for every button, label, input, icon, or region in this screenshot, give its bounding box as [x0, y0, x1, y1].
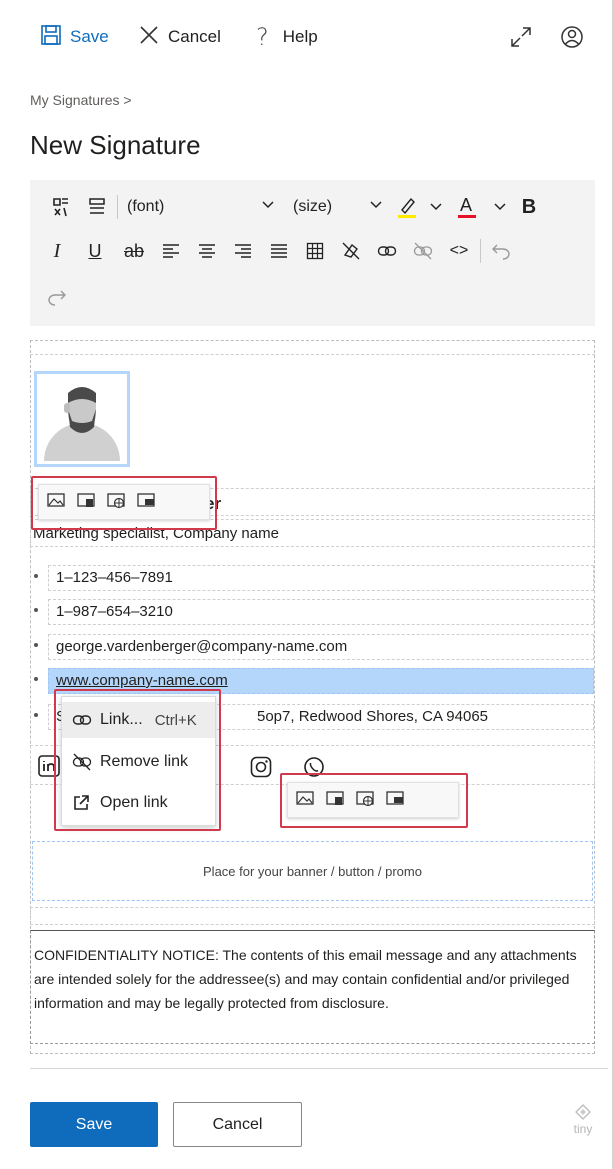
chevron-down-icon[interactable]	[490, 192, 510, 222]
highlight-box	[280, 773, 468, 828]
confidentiality-notice: CONFIDENTIALITY NOTICE: The contents of …	[30, 930, 595, 1044]
toolbar-separator	[480, 239, 481, 263]
editor-toolbar: (font) (size) A B I U ab <>	[30, 180, 595, 326]
undo-icon[interactable]	[488, 236, 514, 266]
align-center-icon[interactable]	[194, 236, 220, 266]
svg-text:A: A	[460, 195, 472, 215]
phone-2: 1–987–654–3210	[56, 603, 173, 620]
templates-icon[interactable]	[48, 192, 74, 222]
address: 5op7, Redwood Shores, CA 94065	[257, 708, 488, 725]
italic-icon[interactable]: I	[44, 236, 70, 266]
cancel-button[interactable]: Cancel	[173, 1102, 302, 1147]
page-title: New Signature	[30, 130, 201, 160]
help-command[interactable]: ? Help	[256, 22, 318, 52]
save-command-label: Save	[70, 27, 109, 46]
tiny-logo-icon	[575, 1104, 591, 1120]
underline-icon[interactable]: U	[82, 236, 108, 266]
table-icon[interactable]	[302, 236, 328, 266]
chevron-down-icon	[261, 198, 275, 217]
bullet	[34, 677, 38, 681]
email-address: george.vardenberger@company-name.com	[56, 638, 348, 655]
align-justify-icon[interactable]	[266, 236, 292, 266]
cancel-command-label: Cancel	[168, 27, 221, 46]
highlight-box	[31, 476, 217, 530]
tiny-logo: tiny	[566, 1104, 600, 1144]
tiny-brand: tiny	[573, 1122, 593, 1136]
list-item[interactable]: george.vardenberger@company-name.com	[30, 634, 594, 660]
save-button[interactable]: Save	[30, 1102, 158, 1147]
row-guide	[30, 907, 595, 925]
link-icon[interactable]	[374, 236, 400, 266]
expand-icon[interactable]	[508, 24, 534, 50]
list-item[interactable]: 1–123–456–7891	[30, 565, 594, 591]
signature-editor-panel: Save Cancel ? Help My Signatures > New S…	[0, 0, 613, 1169]
highlight-color-icon[interactable]	[394, 192, 420, 222]
clear-formatting-icon[interactable]	[338, 236, 364, 266]
highlight-box	[54, 689, 221, 831]
instagram-icon[interactable]	[250, 756, 272, 783]
help-icon: ?	[256, 23, 269, 51]
bullet	[34, 574, 38, 578]
bullet	[34, 643, 38, 647]
close-icon	[138, 24, 160, 51]
align-left-icon[interactable]	[158, 236, 184, 266]
unlink-icon[interactable]	[410, 236, 436, 266]
account-icon[interactable]	[559, 24, 585, 50]
block-format-icon[interactable]	[84, 192, 110, 222]
help-command-label: Help	[282, 27, 318, 46]
phone-1: 1–123–456–7891	[56, 569, 173, 586]
toolbar-separator	[117, 195, 118, 219]
chevron-down-icon	[369, 198, 383, 217]
footer-divider	[30, 1068, 608, 1069]
size-select[interactable]: (size)	[293, 192, 383, 222]
breadcrumb[interactable]: My Signatures >	[30, 92, 132, 108]
banner-placeholder[interactable]: Place for your banner / button / promo	[32, 841, 593, 901]
save-icon	[40, 24, 62, 51]
command-bar: Save Cancel ? Help	[0, 0, 613, 76]
text-color-icon[interactable]: A	[454, 192, 480, 222]
banner-text: Place for your banner / button / promo	[203, 863, 422, 879]
chevron-down-icon[interactable]	[426, 192, 446, 222]
row-guide	[30, 354, 595, 355]
bullet	[34, 713, 38, 717]
website-link[interactable]: www.company-name.com	[56, 672, 228, 689]
strikethrough-icon[interactable]: ab	[120, 236, 148, 266]
cancel-command[interactable]: Cancel	[138, 22, 221, 52]
bold-icon[interactable]: B	[516, 192, 542, 222]
bullet	[34, 608, 38, 612]
source-code-icon[interactable]: <>	[446, 236, 472, 266]
align-right-icon[interactable]	[230, 236, 256, 266]
save-command[interactable]: Save	[40, 22, 109, 52]
list-item[interactable]: 1–987–654–3210	[30, 599, 594, 625]
font-select-value: (font)	[127, 198, 165, 215]
redo-icon[interactable]	[44, 282, 70, 312]
avatar[interactable]	[34, 371, 130, 467]
size-select-value: (size)	[293, 198, 333, 215]
font-select[interactable]: (font)	[127, 192, 275, 222]
